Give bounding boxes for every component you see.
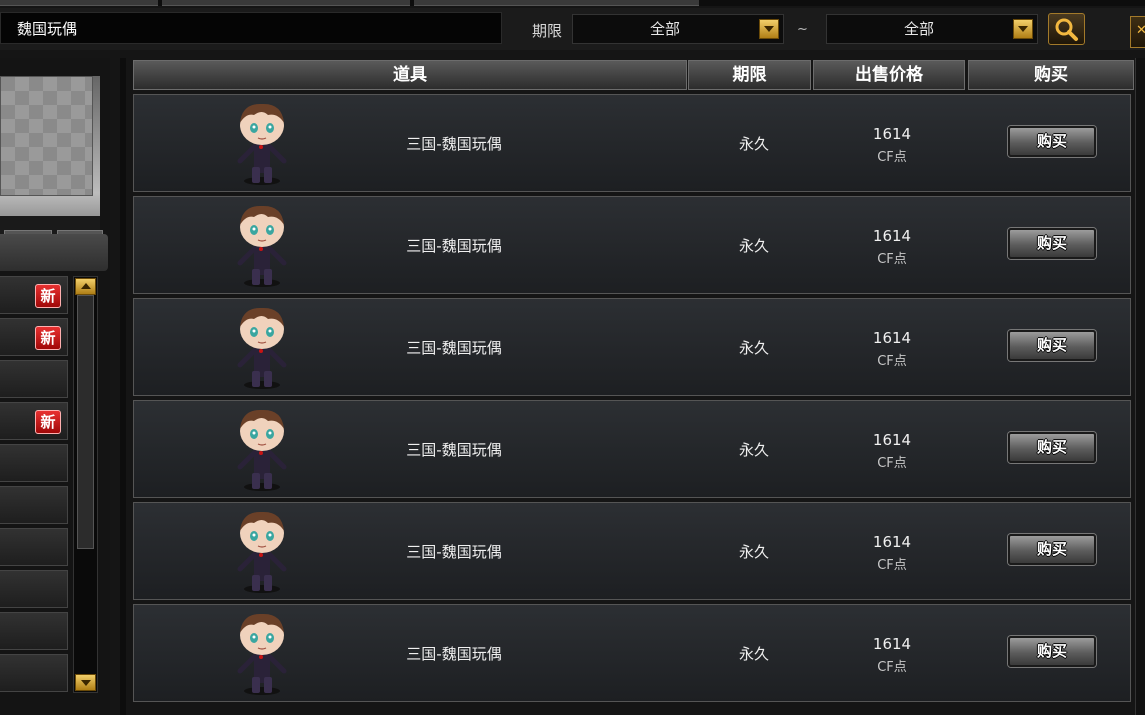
category-header[interactable] [0,234,108,271]
item-name: 三国-魏国玩偶 [406,135,502,153]
item-price: 1614 [872,227,912,245]
chevron-down-icon[interactable] [1013,19,1033,39]
top-tab[interactable] [414,0,699,6]
table-row: 三国-魏国玩偶 永久 1614 CF点 购买 [133,400,1131,498]
buy-button[interactable]: 购买 [1008,330,1096,361]
panel-divider [120,58,126,715]
item-period: 永久 [738,543,769,561]
buy-button[interactable]: 购买 [1008,126,1096,157]
search-input[interactable] [0,12,502,44]
item-currency: CF点 [877,252,907,267]
range-separator: ~ [797,22,808,37]
item-period: 永久 [738,645,769,663]
period-label: 期限 [532,22,563,40]
category-item[interactable] [0,444,68,482]
item-price: 1614 [872,431,912,449]
category-item[interactable] [0,486,68,524]
doll-avatar-icon [237,307,287,389]
item-price: 1614 [872,635,912,653]
category-item[interactable]: 新 [0,318,68,356]
header-item: 道具 [133,60,687,90]
table-header: 道具 期限 出售价格 购买 [133,60,1135,90]
buy-button[interactable]: 购买 [1008,228,1096,259]
item-price: 1614 [872,533,912,551]
category-item[interactable] [0,570,68,608]
item-name: 三国-魏国玩偶 [406,441,502,459]
period-from-select[interactable]: 全部 [572,14,784,44]
top-tab[interactable] [0,0,158,6]
top-tab-strip [0,0,1145,6]
item-price: 1614 [872,125,912,143]
table-row: 三国-魏国玩偶 永久 1614 CF点 购买 [133,604,1131,702]
buy-button[interactable]: 购买 [1008,432,1096,463]
new-badge: 新 [35,410,61,434]
doll-avatar-icon [237,103,287,185]
buy-button[interactable]: 购买 [1008,534,1096,565]
new-badge: 新 [35,326,61,350]
category-scrollbar[interactable] [73,276,98,693]
period-from-value: 全部 [649,20,680,38]
table-row: 三国-魏国玩偶 永久 1614 CF点 购买 [133,502,1131,600]
period-to-select[interactable]: 全部 [826,14,1038,44]
item-period: 永久 [738,135,769,153]
item-price: 1614 [872,329,912,347]
item-currency: CF点 [877,558,907,573]
category-item[interactable] [0,654,68,692]
table-row: 三国-魏国玩偶 永久 1614 CF点 购买 [133,196,1131,294]
category-item[interactable] [0,612,68,650]
buy-button[interactable]: 购买 [1008,636,1096,667]
item-name: 三国-魏国玩偶 [406,543,502,561]
new-badge: 新 [35,284,61,308]
category-item[interactable]: 新 [0,402,68,440]
list-scrollbar[interactable] [1135,58,1145,715]
item-currency: CF点 [877,456,907,471]
scroll-up-icon[interactable] [75,278,96,295]
doll-avatar-icon [237,409,287,491]
top-tab[interactable] [162,0,410,6]
close-button[interactable] [1130,16,1145,48]
header-period: 期限 [688,60,811,90]
scroll-down-icon[interactable] [75,674,96,691]
scroll-thumb[interactable] [77,295,94,549]
item-period: 永久 [738,237,769,255]
left-panel: 新 新 新 [0,58,110,715]
doll-avatar-icon [237,613,287,695]
category-item[interactable]: 新 [0,276,68,314]
search-bar: 期限 全部 ~ 全部 [0,8,1145,50]
doll-avatar-icon [237,511,287,593]
category-item[interactable] [0,360,68,398]
search-icon [1055,18,1078,41]
search-button[interactable] [1048,13,1085,45]
item-preview [0,76,103,256]
item-name: 三国-魏国玩偶 [406,237,502,255]
chevron-down-icon[interactable] [759,19,779,39]
header-buy: 购买 [968,60,1134,90]
category-item[interactable] [0,528,68,566]
item-currency: CF点 [877,354,907,369]
item-name: 三国-魏国玩偶 [406,645,502,663]
table-row: 三国-魏国玩偶 永久 1614 CF点 购买 [133,94,1131,192]
header-price: 出售价格 [813,60,965,90]
table-row: 三国-魏国玩偶 永久 1614 CF点 购买 [133,298,1131,396]
doll-avatar-icon [237,205,287,287]
item-period: 永久 [738,441,769,459]
item-name: 三国-魏国玩偶 [406,339,502,357]
period-to-value: 全部 [903,20,934,38]
item-period: 永久 [738,339,769,357]
preview-pattern [0,76,93,196]
item-currency: CF点 [877,660,907,675]
item-currency: CF点 [877,150,907,165]
